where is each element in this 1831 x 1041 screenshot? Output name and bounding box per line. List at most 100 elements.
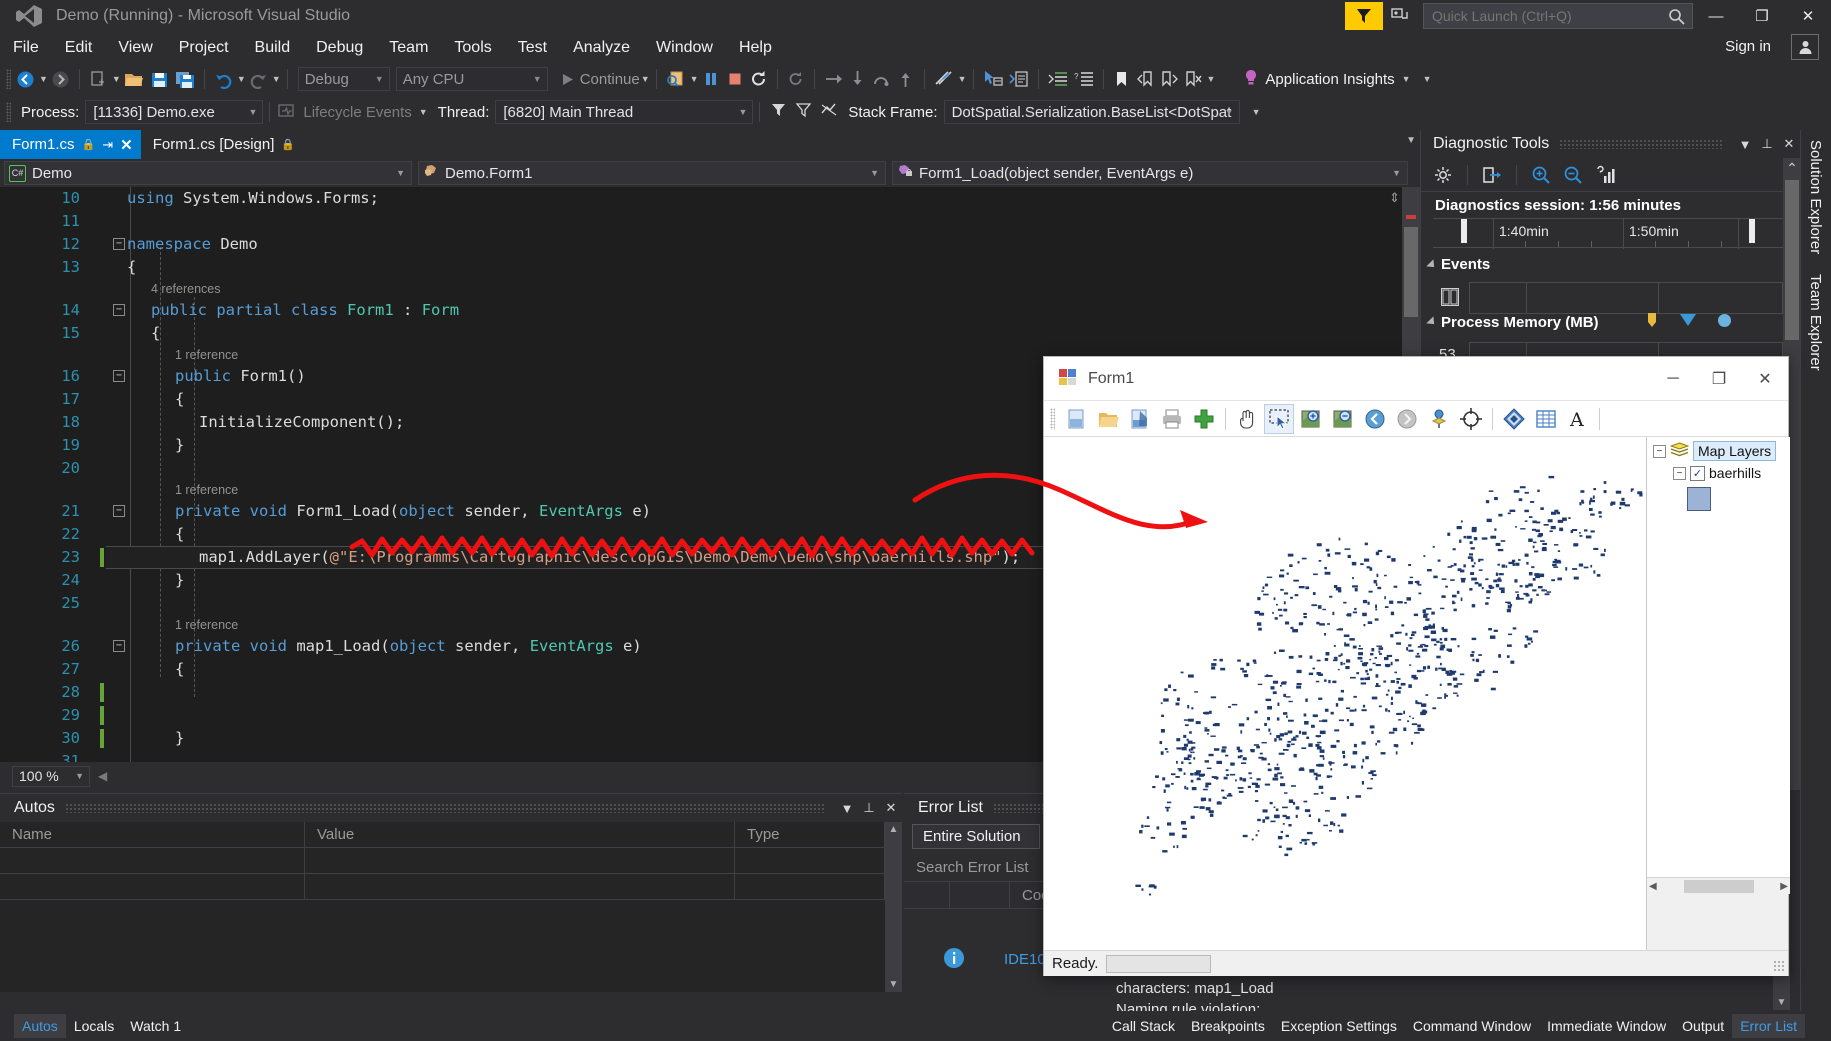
menu-help[interactable]: Help	[726, 36, 785, 60]
add-label-icon[interactable]: A	[1563, 404, 1593, 434]
chevron-down-icon[interactable]: ▼	[75, 771, 84, 781]
legend-horizontal-scrollbar[interactable]: ◀ ▶	[1647, 877, 1790, 894]
process-combo[interactable]: [11336] Demo.exe ▼	[85, 100, 263, 124]
scroll-down-icon[interactable]: ▼	[1773, 997, 1790, 1008]
back-dropdown-icon[interactable]: ▼	[39, 74, 48, 84]
toolbar-overflow-icon[interactable]: ▼	[1423, 74, 1432, 84]
intellitrace-icon[interactable]	[931, 67, 957, 91]
continue-button-label[interactable]: Continue	[580, 71, 640, 88]
autos-grid[interactable]: Name Value Type	[0, 822, 902, 992]
next-bookmark-icon[interactable]	[1158, 67, 1182, 91]
save-project-icon[interactable]	[1125, 404, 1155, 434]
lifecycle-events-icon[interactable]	[278, 103, 295, 122]
zoom-level-combo[interactable]: 100 % ▼	[12, 766, 90, 787]
increase-indent-icon[interactable]	[1045, 67, 1071, 91]
codelens-reference-count[interactable]: 4 references	[151, 279, 220, 299]
menu-project[interactable]: Project	[166, 36, 242, 60]
solution-platform-combo[interactable]: Any CPU ▼	[396, 67, 548, 91]
code-line[interactable]: 14−public partial class Form1 : Form	[0, 299, 1400, 322]
maximize-button[interactable]: ❐	[1739, 0, 1785, 32]
column-severity[interactable]	[904, 882, 950, 908]
codelens-reference-count[interactable]: 1 reference	[175, 480, 238, 500]
scroll-down-icon[interactable]: ▼	[885, 979, 902, 990]
close-icon[interactable]: ✕	[120, 136, 133, 154]
no-filter-icon[interactable]	[820, 102, 838, 122]
bottom-tab-autos[interactable]: Autos	[14, 1014, 66, 1038]
code-line[interactable]: 11	[0, 210, 1400, 233]
add-layer-icon[interactable]	[1189, 404, 1219, 434]
decrease-indent-icon[interactable]: ?	[1071, 67, 1097, 91]
menu-analyze[interactable]: Analyze	[560, 36, 643, 60]
menu-build[interactable]: Build	[242, 36, 304, 60]
step-into-icon[interactable]	[846, 67, 870, 91]
panel-drag-dots[interactable]	[65, 803, 826, 813]
expander-collapse-icon[interactable]: −	[1653, 445, 1666, 458]
collapse-outline-icon[interactable]: −	[113, 304, 125, 316]
events-track[interactable]	[1469, 282, 1783, 314]
undo-icon[interactable]	[211, 67, 236, 91]
form1-minimize-button[interactable]: ─	[1650, 357, 1696, 401]
scroll-up-icon[interactable]: ▲	[885, 822, 902, 835]
table-row[interactable]	[0, 848, 902, 874]
open-project-icon[interactable]	[1093, 404, 1123, 434]
quick-launch-box[interactable]	[1423, 3, 1693, 29]
previous-bookmark-icon[interactable]	[1134, 67, 1158, 91]
code-line[interactable]: 13{	[0, 256, 1400, 279]
bottom-tab-output[interactable]: Output	[1674, 1014, 1732, 1038]
memory-section-header[interactable]: Process Memory (MB)	[1429, 312, 1732, 332]
debugbar-overflow-icon[interactable]: ▼	[1252, 107, 1261, 117]
pause-icon[interactable]	[699, 67, 723, 91]
chevron-down-icon[interactable]: ▼	[738, 107, 747, 117]
bottom-tab-error-list[interactable]: Error List	[1732, 1014, 1805, 1038]
feedback-funnel-icon[interactable]	[1345, 2, 1383, 30]
zoom-out-icon[interactable]	[1559, 162, 1587, 188]
thread-combo[interactable]: [6820] Main Thread ▼	[495, 100, 753, 124]
play-icon[interactable]	[556, 67, 580, 91]
clear-bookmarks-icon[interactable]	[1182, 67, 1206, 91]
legend-symbol-swatch[interactable]	[1687, 487, 1711, 511]
pin-icon[interactable]: ⇥	[102, 137, 113, 153]
chevron-down-icon[interactable]: ▼	[533, 74, 542, 84]
menu-edit[interactable]: Edit	[52, 36, 106, 60]
bottom-tab-call-stack[interactable]: Call Stack	[1104, 1014, 1183, 1038]
navbar-project-combo[interactable]: C# Demo ▼	[4, 161, 412, 185]
menu-team[interactable]: Team	[376, 36, 441, 60]
menu-window[interactable]: Window	[643, 36, 726, 60]
scrollbar-thumb[interactable]	[1785, 180, 1799, 340]
minimize-button[interactable]: —	[1693, 0, 1739, 32]
tab-form1-cs[interactable]: Form1.cs 🔒 ⇥ ✕	[0, 130, 141, 159]
diagnostics-timeline[interactable]: 1:40min 1:50min	[1433, 218, 1783, 248]
pin-icon[interactable]: ⊥	[1756, 133, 1778, 155]
form1-maximize-button[interactable]: ❐	[1696, 357, 1742, 401]
collapse-outline-icon[interactable]: −	[113, 640, 125, 652]
chevron-up-icon[interactable]: ⌃	[1785, 160, 1799, 177]
zoom-next-icon[interactable]	[1392, 404, 1422, 434]
zoom-to-extent-icon[interactable]	[1456, 404, 1486, 434]
codelens-reference-count[interactable]: 1 reference	[175, 615, 238, 635]
navigate-forward-icon[interactable]	[48, 67, 73, 91]
map-canvas[interactable]	[1044, 437, 1647, 950]
form1-window[interactable]: Form1 ─ ❐ ✕	[1043, 356, 1789, 976]
continue-dropdown-icon[interactable]: ▼	[641, 74, 650, 84]
zoom-in-icon[interactable]	[1527, 162, 1555, 188]
chevron-down-icon[interactable]: ▼	[1402, 74, 1411, 84]
close-icon[interactable]: ✕	[1778, 133, 1800, 155]
legend-group-label[interactable]: Map Layers	[1693, 441, 1776, 461]
menu-view[interactable]: View	[105, 36, 165, 60]
stack-frame-combo[interactable]: DotSpatial.Serialization.BaseList<DotSpa…	[944, 100, 1240, 124]
chevron-down-icon[interactable]: ▼	[396, 168, 405, 178]
scrollbar-thumb[interactable]	[1404, 227, 1418, 317]
collapse-outline-icon[interactable]: −	[113, 505, 125, 517]
step-out-icon[interactable]	[894, 67, 918, 91]
pin-icon[interactable]: ⊥	[858, 797, 880, 819]
quick-launch-input[interactable]	[1424, 8, 1644, 24]
map-legend-panel[interactable]: − Map Layers − ✓ baerhills	[1647, 437, 1790, 877]
user-account-icon[interactable]	[1791, 34, 1819, 60]
editor-splitter-handle[interactable]: ⇕	[1389, 190, 1400, 206]
print-icon[interactable]	[1157, 404, 1187, 434]
scroll-left-icon[interactable]: ◀	[1649, 881, 1657, 892]
bookmarks-dropdown-icon[interactable]: ▼	[1207, 74, 1216, 84]
gear-icon[interactable]	[1429, 162, 1457, 188]
events-section-header[interactable]: Events	[1429, 256, 1490, 273]
table-row[interactable]	[0, 874, 902, 900]
